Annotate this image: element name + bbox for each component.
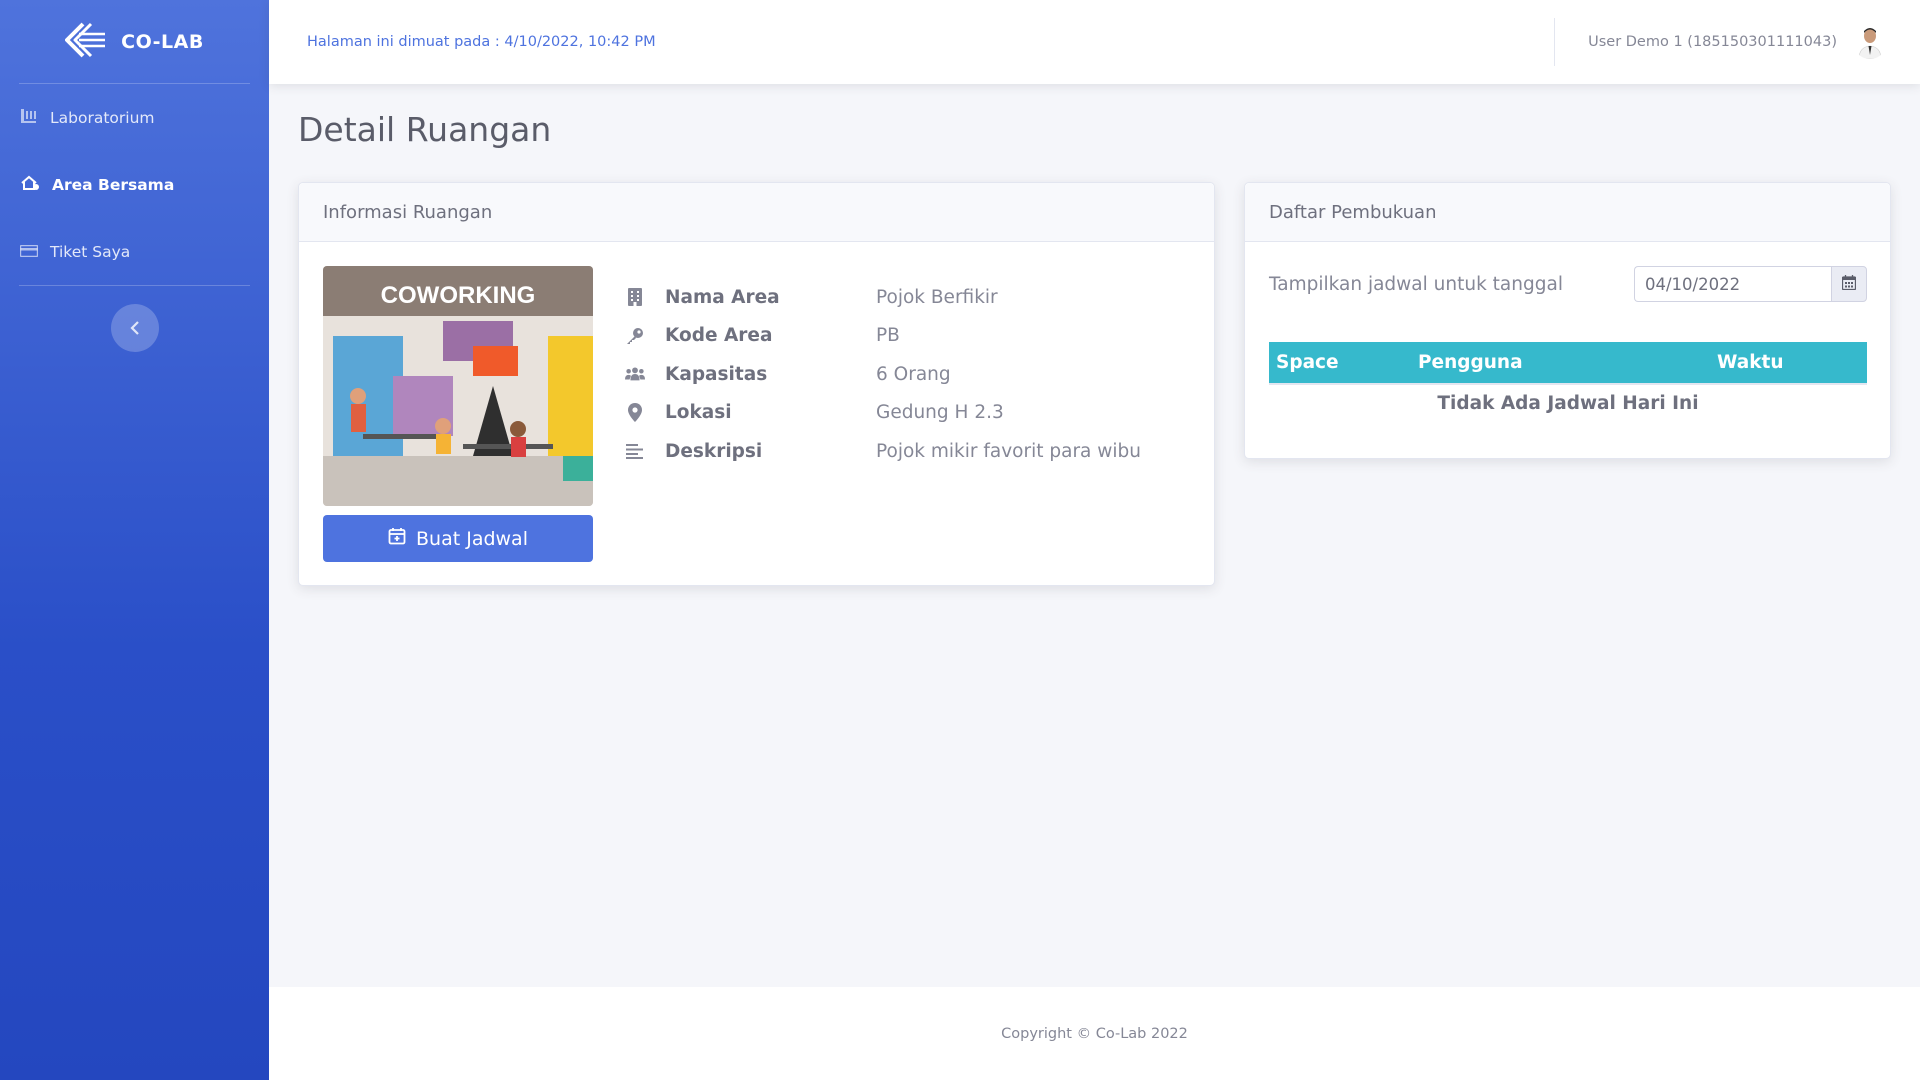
detail-label: Deskripsi (665, 440, 763, 462)
column-header-waktu[interactable]: Waktu (1717, 352, 1867, 373)
colab-logo-icon (65, 22, 109, 62)
calendar-plus-icon (388, 527, 406, 550)
chevron-left-icon (129, 316, 141, 340)
topbar: Halaman ini dimuat pada : 4/10/2022, 10:… (269, 0, 1920, 84)
date-filter-label: Tampilkan jadwal untuk tanggal (1269, 273, 1563, 295)
brand-name: CO-LAB (121, 30, 204, 53)
card-header: Daftar Pembukuan (1245, 183, 1890, 242)
sidebar: CO-LAB Laboratorium Area Bersama Tiket S… (0, 0, 269, 1080)
brand[interactable]: CO-LAB (0, 0, 269, 83)
detail-row-nama-area: Nama Area Pojok Berfikir (625, 278, 1141, 317)
sidebar-item-label: Area Bersama (52, 175, 175, 194)
detail-row-kapasitas: Kapasitas 6 Orang (625, 355, 1141, 394)
booking-list-card: Daftar Pembukuan Tampilkan jadwal untuk … (1244, 182, 1891, 459)
button-label: Buat Jadwal (416, 527, 528, 550)
footer: Copyright © Co-Lab 2022 (269, 987, 1920, 1080)
detail-row-lokasi: Lokasi Gedung H 2.3 (625, 394, 1141, 433)
date-filter-row: Tampilkan jadwal untuk tanggal 04/10/202… (1269, 266, 1867, 302)
ticket-icon (19, 243, 39, 261)
topbar-divider (1554, 18, 1556, 66)
detail-value: Pojok Berfikir (876, 286, 998, 308)
room-detail-list: Nama Area Pojok Berfikir Kode Area PB Ka… (625, 278, 1141, 471)
column-header-pengguna[interactable]: Pengguna (1418, 352, 1717, 373)
detail-value: Pojok mikir favorit para wibu (876, 440, 1142, 462)
calendar-icon (1841, 274, 1857, 294)
flask-icon (20, 108, 38, 128)
user-name[interactable]: User Demo 1 (185150301111043) (1588, 34, 1837, 50)
detail-value: 6 Orang (876, 363, 951, 385)
detail-label: Lokasi (665, 402, 732, 424)
people-arrows-icon (20, 175, 40, 195)
align-left-icon (625, 441, 645, 461)
detail-label: Kode Area (665, 325, 773, 347)
detail-row-kode-area: Kode Area PB (625, 317, 1141, 356)
date-input[interactable]: 04/10/2022 (1634, 266, 1831, 302)
sidebar-item-label: Laboratorium (50, 108, 155, 127)
date-picker-button[interactable] (1831, 266, 1867, 302)
detail-label: Kapasitas (665, 363, 768, 385)
empty-schedule-message: Tidak Ada Jadwal Hari Ini (1437, 393, 1699, 414)
detail-value: Gedung H 2.3 (876, 402, 1004, 424)
map-marker-icon (625, 403, 645, 423)
page-loaded-timestamp: Halaman ini dimuat pada : 4/10/2022, 10:… (307, 34, 656, 50)
key-icon (625, 326, 645, 346)
building-icon (625, 287, 645, 307)
sidebar-item-laboratorium[interactable]: Laboratorium (0, 84, 269, 151)
create-schedule-button[interactable]: Buat Jadwal (323, 515, 593, 562)
sidebar-toggle-button[interactable] (110, 304, 159, 352)
room-image: COWORKING (323, 266, 593, 506)
avatar[interactable] (1853, 25, 1887, 59)
sidebar-item-label: Tiket Saya (50, 242, 131, 261)
column-header-space[interactable]: Space (1269, 352, 1418, 373)
image-caption: COWORKING (381, 282, 536, 309)
detail-label: Nama Area (665, 286, 780, 308)
users-icon (625, 364, 645, 384)
sidebar-item-tiket-saya[interactable]: Tiket Saya (0, 218, 269, 285)
room-info-card: Informasi Ruangan COWORKING Buat Jadwal … (298, 182, 1215, 586)
copyright-text: Copyright © Co-Lab 2022 (1001, 1025, 1188, 1042)
detail-value: PB (876, 325, 900, 347)
detail-row-deskripsi: Deskripsi Pojok mikir favorit para wibu (625, 432, 1141, 471)
card-header: Informasi Ruangan (299, 183, 1214, 242)
page-title: Detail Ruangan (298, 110, 552, 149)
booking-table-header: Space Pengguna Waktu (1269, 342, 1867, 385)
sidebar-item-area-bersama[interactable]: Area Bersama (0, 151, 269, 218)
